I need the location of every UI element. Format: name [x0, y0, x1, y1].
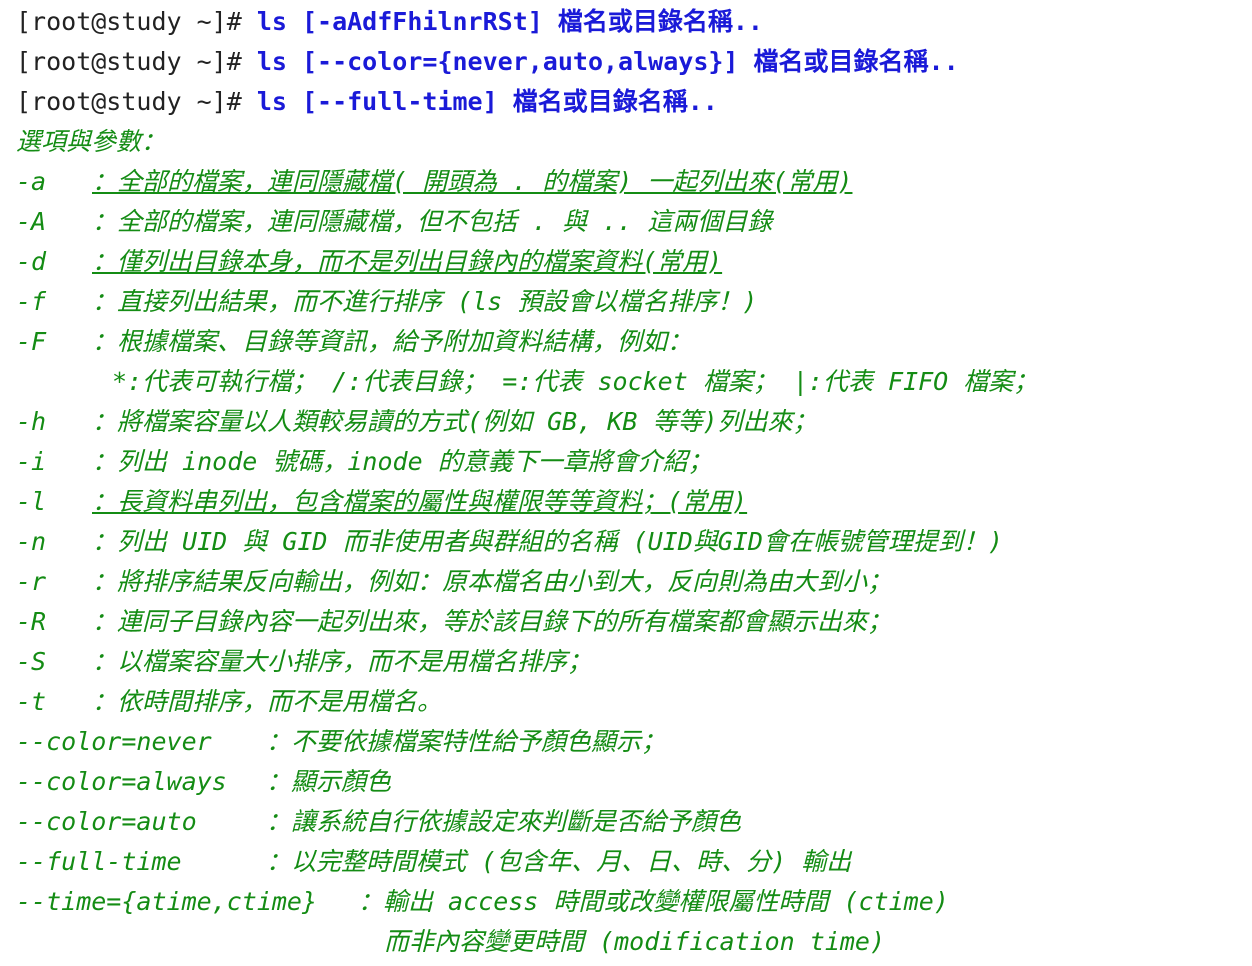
long-option-flag: --full-time: [16, 847, 182, 876]
shell-prompt: [root@study ~]#: [16, 47, 257, 76]
option-row: -A ：全部的檔案，連同隱藏檔，但不包括 . 與 .. 這兩個目錄: [16, 202, 1252, 242]
option-flag: -n: [16, 527, 47, 556]
command-text: ls [--full-time] 檔名或目錄名稱..: [256, 87, 718, 116]
long-option-description: ：顯示顏色: [266, 767, 392, 796]
option-row: -S ：以檔案容量大小排序，而不是用檔名排序；: [16, 642, 1252, 682]
option-flag: -S: [16, 647, 47, 676]
option-description: ：依時間排序，而不是用檔名。: [92, 687, 443, 716]
command-text: ls [-aAdfFhilnrRSt] 檔名或目錄名稱..: [256, 7, 763, 36]
option-row: -r ：將排序結果反向輸出，例如：原本檔名由小到大，反向則為由大到小；: [16, 562, 1252, 602]
option-row: -d ：僅列出目錄本身，而不是列出目錄內的檔案資料(常用): [16, 242, 1252, 282]
long-option-description: ：以完整時間模式 (包含年、月、日、時、分) 輸出: [266, 847, 852, 876]
option-row: -n ：列出 UID 與 GID 而非使用者與群組的名稱 (UID與GID會在帳號…: [16, 522, 1252, 562]
option-list: -a ：全部的檔案，連同隱藏檔( 開頭為 . 的檔案) 一起列出來(常用) -A ：全…: [16, 162, 1252, 722]
option-description: ：根據檔案、目錄等資訊，給予附加資料結構，例如：: [92, 327, 693, 356]
option-row: -h ：將檔案容量以人類較易讀的方式(例如 GB, KB 等等)列出來；: [16, 402, 1252, 442]
option-flag: -i: [16, 447, 47, 476]
option-description: ：將排序結果反向輸出，例如：原本檔名由小到大，反向則為由大到小；: [92, 567, 893, 596]
long-option-description: ：不要依據檔案特性給予顏色顯示；: [266, 727, 667, 756]
option-description: ：全部的檔案，連同隱藏檔( 開頭為 . 的檔案) 一起列出來(常用): [92, 167, 853, 196]
option-description: ：連同子目錄內容一起列出來，等於該目錄下的所有檔案都會顯示出來；: [92, 607, 893, 636]
long-option-flag: --color=always: [16, 767, 227, 796]
option-row: -t ：依時間排序，而不是用檔名。: [16, 682, 1252, 722]
option-row: -R ：連同子目錄內容一起列出來，等於該目錄下的所有檔案都會顯示出來；: [16, 602, 1252, 642]
option-row: -f ：直接列出結果，而不進行排序 (ls 預設會以檔名排序！): [16, 282, 1252, 322]
option-flag: -A: [16, 207, 47, 236]
option-description: ：將檔案容量以人類較易讀的方式(例如 GB, KB 等等)列出來；: [92, 407, 818, 436]
shell-prompt: [root@study ~]#: [16, 87, 257, 116]
option-row: -a ：全部的檔案，連同隱藏檔( 開頭為 . 的檔案) 一起列出來(常用): [16, 162, 1252, 202]
option-flag: -d: [16, 247, 47, 276]
option-description: ：直接列出結果，而不進行排序 (ls 預設會以檔名排序！): [92, 287, 758, 316]
man-excerpt: [root@study ~]# ls [-aAdfFhilnrRSt] 檔名或目…: [0, 0, 1252, 966]
option-flag: -l: [16, 487, 47, 516]
option-description: ：長資料串列出，包含檔案的屬性與權限等等資料；(常用): [92, 487, 748, 516]
long-option-flag: --color=never: [16, 727, 212, 756]
long-option-row: --full-time ：以完整時間模式 (包含年、月、日、時、分) 輸出: [16, 842, 1252, 882]
option-flag: -r: [16, 567, 47, 596]
command-line-2: [root@study ~]# ls [--color={never,auto,…: [16, 42, 1252, 82]
command-line-3: [root@study ~]# ls [--full-time] 檔名或目錄名稱…: [16, 82, 1252, 122]
long-option-description: ：輸出 access 時間或改變權限屬性時間 (ctime): [358, 887, 949, 916]
command-line-1: [root@study ~]# ls [-aAdfFhilnrRSt] 檔名或目…: [16, 2, 1252, 42]
option-row: -F ：根據檔案、目錄等資訊，給予附加資料結構，例如：: [16, 322, 1252, 362]
long-option-row: --time={atime,ctime} ：輸出 access 時間或改變權限屬性…: [16, 882, 1252, 922]
option-description: ：全部的檔案，連同隱藏檔，但不包括 . 與 .. 這兩個目錄: [92, 207, 773, 236]
long-option-row: --color=never ：不要依據檔案特性給予顏色顯示；: [16, 722, 1252, 762]
option-flag: -t: [16, 687, 47, 716]
long-option-row: --color=auto ：讓系統自行依據設定來判斷是否給予顏色: [16, 802, 1252, 842]
option-row: -l ：長資料串列出，包含檔案的屬性與權限等等資料；(常用): [16, 482, 1252, 522]
long-option-description: ：讓系統自行依據設定來判斷是否給予顏色: [266, 807, 742, 836]
option-flag: -a: [16, 167, 47, 196]
long-option-flag: --color=auto: [16, 807, 197, 836]
option-flag: -h: [16, 407, 47, 436]
shell-prompt: [root@study ~]#: [16, 7, 257, 36]
long-option-row: --color=always ：顯示顏色: [16, 762, 1252, 802]
option-flag: -R: [16, 607, 47, 636]
option-flag: -F: [16, 327, 47, 356]
long-option-flag: --time={atime,ctime}: [16, 887, 318, 916]
option-description: ：列出 UID 與 GID 而非使用者與群組的名稱 (UID與GID會在帳號管理…: [92, 527, 1003, 556]
options-heading: 選項與參數：: [16, 127, 167, 156]
option-description: ：以檔案容量大小排序，而不是用檔名排序；: [92, 647, 593, 676]
long-option-row: 而非內容變更時間 (modification time): [16, 922, 1252, 962]
long-option-list: --color=never ：不要依據檔案特性給予顏色顯示； --color=alw…: [16, 722, 1252, 962]
long-option-description: 而非內容變更時間 (modification time): [384, 927, 886, 956]
option-description: ：列出 inode 號碼，inode 的意義下一章將會介紹；: [92, 447, 713, 476]
command-text: ls [--color={never,auto,always}] 檔名或目錄名稱…: [256, 47, 959, 76]
option-row: -i ：列出 inode 號碼，inode 的意義下一章將會介紹；: [16, 442, 1252, 482]
option-description: *:代表可執行檔； /:代表目錄； =:代表 socket 檔案； |:代表 F…: [112, 367, 1039, 396]
option-flag: -f: [16, 287, 47, 316]
option-description: ：僅列出目錄本身，而不是列出目錄內的檔案資料(常用): [92, 247, 723, 276]
option-row: *:代表可執行檔； /:代表目錄； =:代表 socket 檔案； |:代表 F…: [16, 362, 1252, 402]
